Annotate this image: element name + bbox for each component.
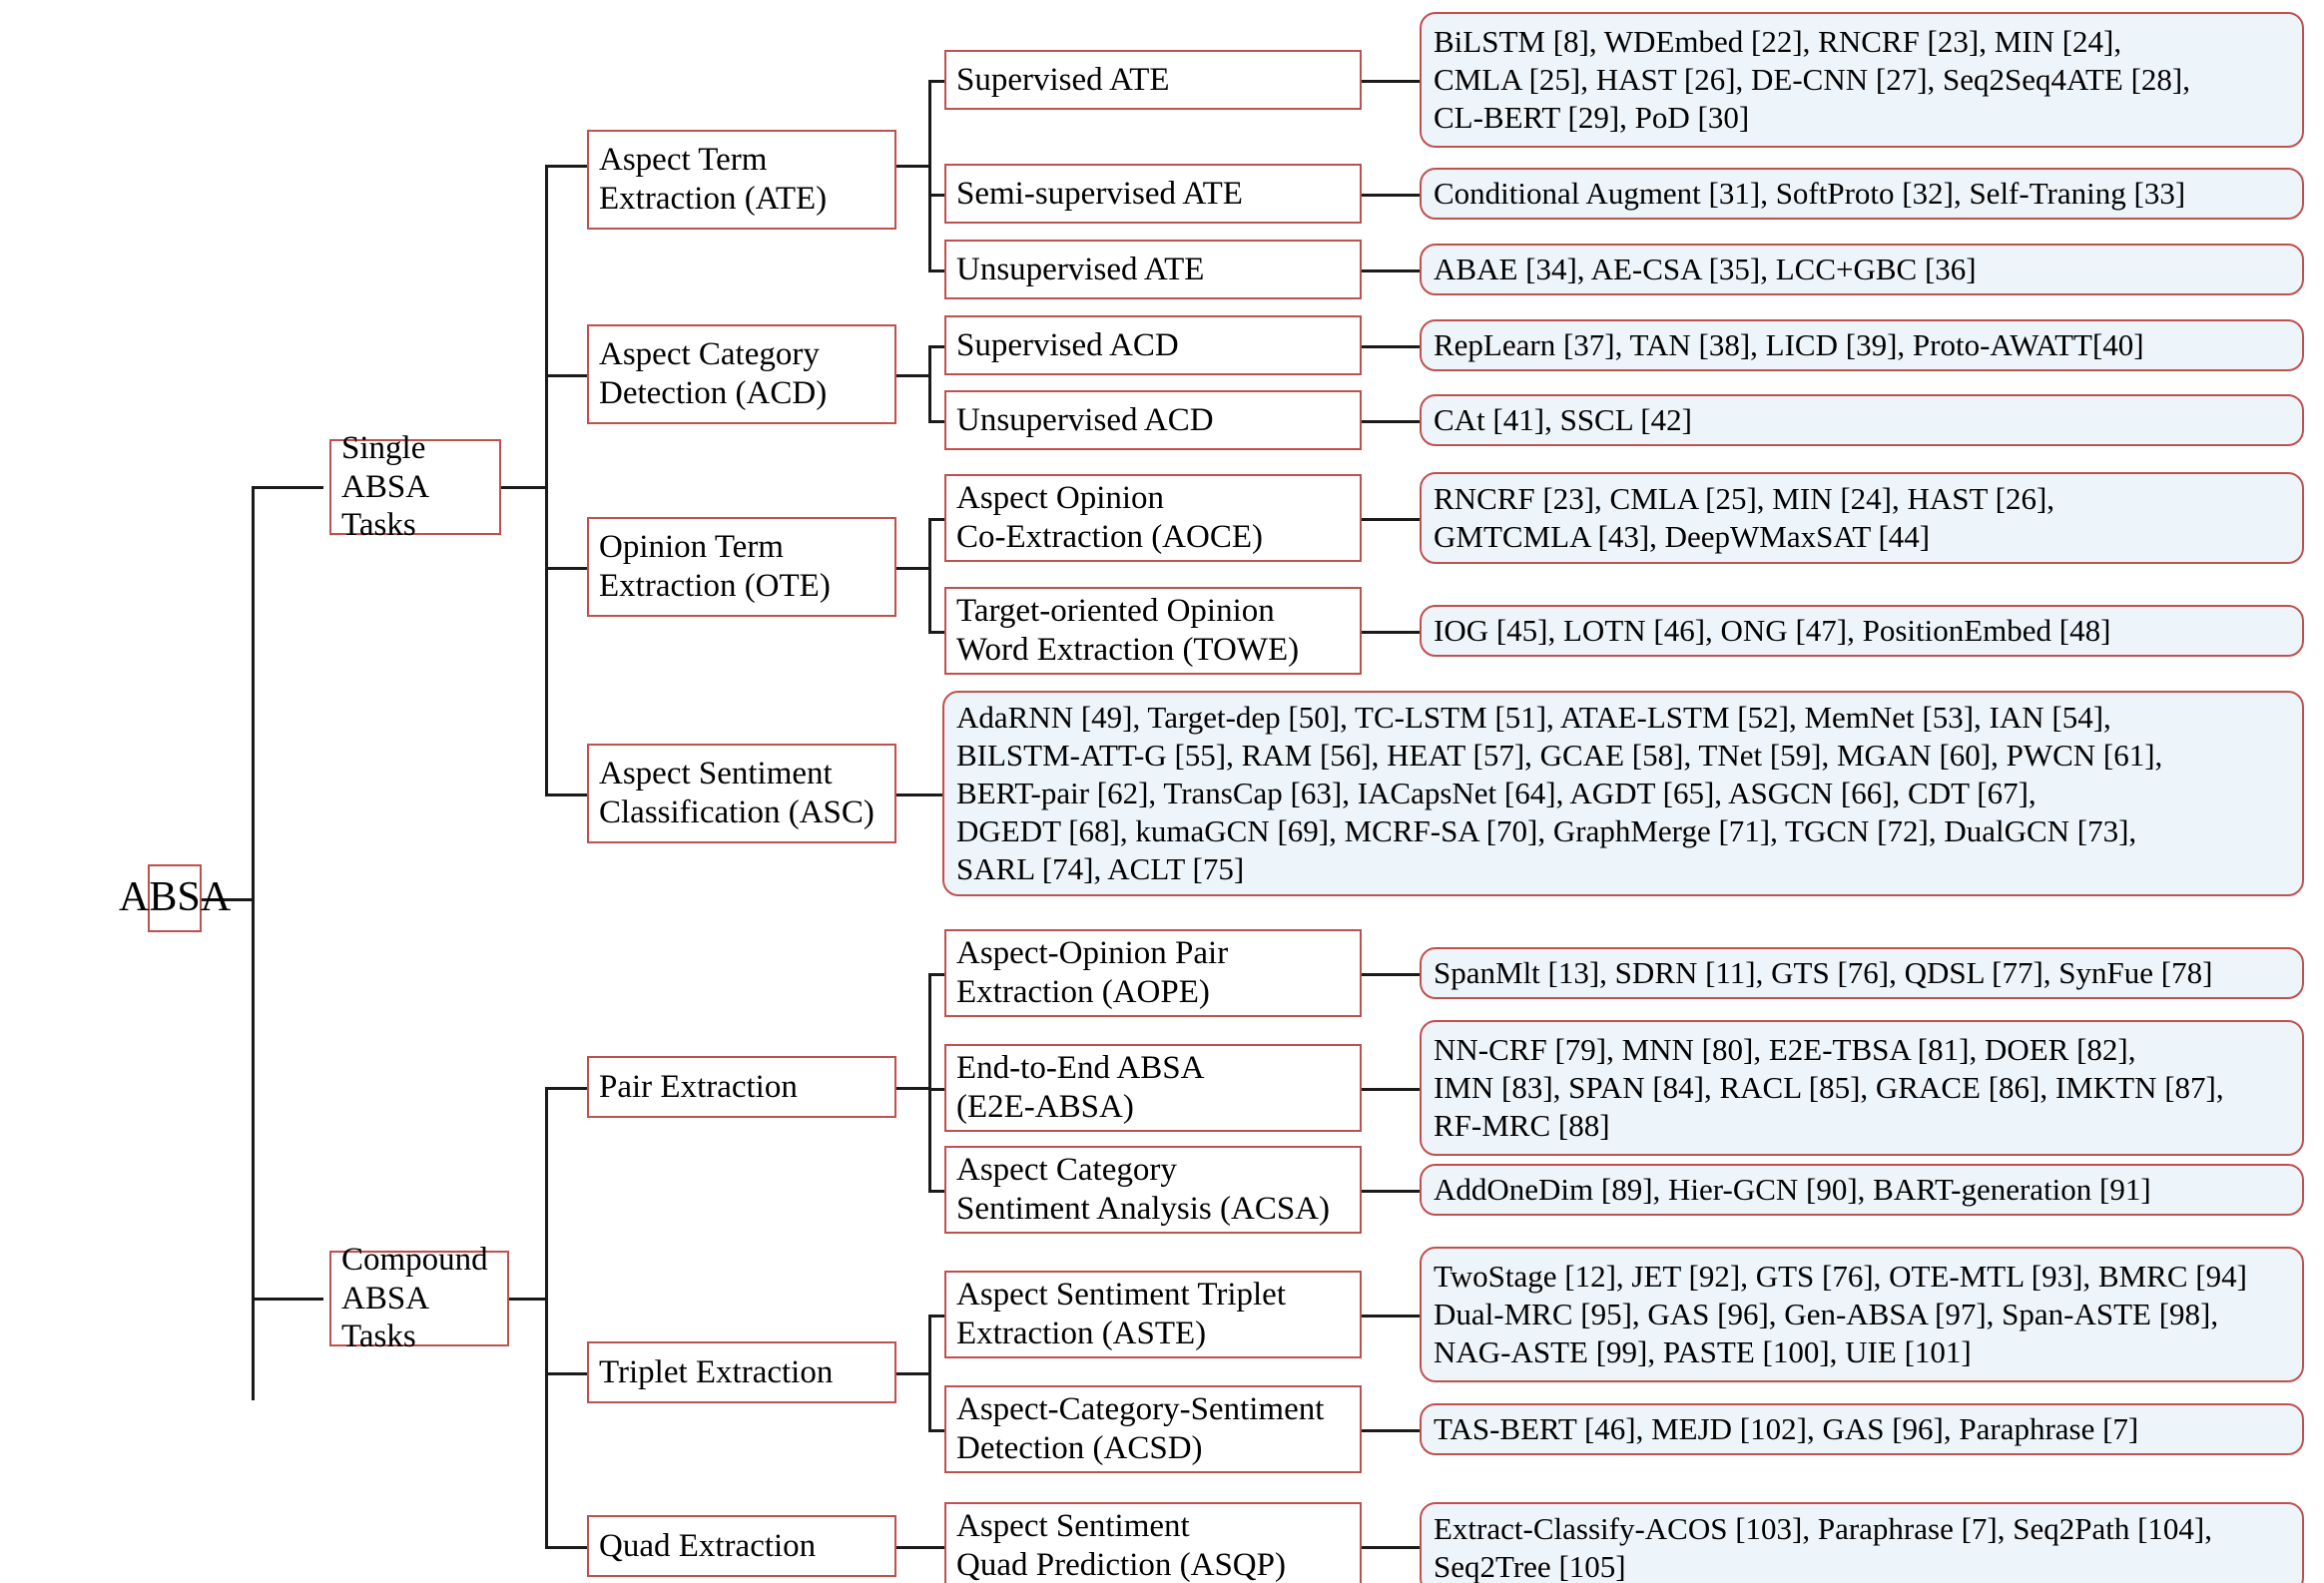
leaf-methods-semi-supervised-ate[interactable]: Conditional Augment [31], SoftProto [32]… — [1420, 168, 2304, 220]
edge-leaf-sup-ate — [1362, 80, 1422, 83]
edge-leaf-unsup-ate — [1362, 269, 1422, 272]
node-category-ate[interactable]: Aspect Term Extraction (ATE) — [587, 130, 896, 230]
node-subtask-acsd[interactable]: Aspect-Category-Sentiment Detection (ACS… — [944, 1385, 1362, 1473]
node-category-asc[interactable]: Aspect Sentiment Classification (ASC) — [587, 744, 896, 843]
edge-acd-out — [894, 374, 930, 377]
leaf-methods-asc[interactable]: AdaRNN [49], Target-dep [50], TC-LSTM [5… — [942, 691, 2304, 896]
node-subtask-unsupervised-ate[interactable]: Unsupervised ATE — [944, 240, 1362, 299]
node-category-triplet-extraction[interactable]: Triplet Extraction — [587, 1341, 896, 1403]
node-subtask-semi-supervised-ate[interactable]: Semi-supervised ATE — [944, 164, 1362, 224]
edge-ote-out — [894, 567, 930, 570]
edge-root-trunk — [252, 486, 255, 1400]
leaf-methods-supervised-ate[interactable]: BiLSTM [8], WDEmbed [22], RNCRF [23], MI… — [1420, 12, 2304, 148]
edge-leaf-towe — [1362, 631, 1422, 634]
edge-single-out — [499, 486, 547, 489]
edge-compound-triplet — [545, 1372, 591, 1375]
node-category-quad-extraction[interactable]: Quad Extraction — [587, 1515, 896, 1577]
edge-triplet-trunk — [928, 1315, 931, 1431]
edge-ote-trunk — [928, 518, 931, 633]
node-compound-absa-tasks[interactable]: Compound ABSA Tasks — [329, 1242, 509, 1354]
taxonomy-diagram: ABSA Single ABSA Tasks Compound ABSA Tas… — [0, 0, 2324, 1583]
edge-pair-trunk — [928, 973, 931, 1190]
edge-compound-trunk — [545, 1087, 548, 1549]
edge-leaf-e2e — [1362, 1088, 1422, 1091]
edge-leaf-semi-ate — [1362, 194, 1422, 197]
node-single-absa-tasks[interactable]: Single ABSA Tasks — [329, 430, 501, 543]
node-subtask-asqp[interactable]: Aspect Sentiment Quad Prediction (ASQP) — [944, 1502, 1362, 1583]
leaf-methods-asqp[interactable]: Extract-Classify-ACOS [103], Paraphrase … — [1420, 1502, 2304, 1583]
edge-compound-quad — [545, 1546, 591, 1549]
edge-pair-out — [894, 1087, 930, 1090]
edge-single-acd — [545, 374, 591, 377]
node-subtask-supervised-ate[interactable]: Supervised ATE — [944, 50, 1362, 110]
edge-leaf-aste — [1362, 1315, 1422, 1318]
edge-trunk-compound — [252, 1298, 323, 1301]
leaf-methods-towe[interactable]: IOG [45], LOTN [46], ONG [47], PositionE… — [1420, 605, 2304, 657]
node-subtask-aoce[interactable]: Aspect Opinion Co-Extraction (AOCE) — [944, 474, 1362, 562]
node-category-acd[interactable]: Aspect Category Detection (ACD) — [587, 324, 896, 424]
node-subtask-e2e-absa[interactable]: End-to-End ABSA (E2E-ABSA) — [944, 1044, 1362, 1132]
edge-single-ate — [545, 165, 591, 168]
leaf-methods-acsa[interactable]: AddOneDim [89], Hier-GCN [90], BART-gene… — [1420, 1164, 2304, 1216]
leaf-methods-e2e-absa[interactable]: NN-CRF [79], MNN [80], E2E-TBSA [81], DO… — [1420, 1020, 2304, 1156]
node-category-ote[interactable]: Opinion Term Extraction (OTE) — [587, 517, 896, 617]
node-root-absa[interactable]: ABSA — [119, 864, 231, 932]
leaf-methods-supervised-acd[interactable]: RepLearn [37], TAN [38], LICD [39], Prot… — [1420, 319, 2304, 371]
leaf-methods-aope[interactable]: SpanMlt [13], SDRN [11], GTS [76], QDSL … — [1420, 947, 2304, 999]
node-subtask-aste[interactable]: Aspect Sentiment Triplet Extraction (AST… — [944, 1271, 1362, 1358]
edge-acd-trunk — [928, 345, 931, 422]
edge-leaf-asqp — [1362, 1546, 1422, 1549]
leaf-methods-aoce[interactable]: RNCRF [23], CMLA [25], MIN [24], HAST [2… — [1420, 472, 2304, 564]
edge-leaf-unsup-acd — [1362, 420, 1422, 423]
leaf-methods-acsd[interactable]: TAS-BERT [46], MEJD [102], GAS [96], Par… — [1420, 1403, 2304, 1455]
node-subtask-supervised-acd[interactable]: Supervised ACD — [944, 315, 1362, 375]
edge-quad-out — [894, 1546, 946, 1549]
edge-leaf-acsd — [1362, 1429, 1422, 1432]
node-subtask-towe[interactable]: Target-oriented Opinion Word Extraction … — [944, 587, 1362, 675]
edge-single-ote — [545, 567, 591, 570]
edge-single-trunk — [545, 165, 548, 795]
leaf-methods-unsupervised-ate[interactable]: ABAE [34], AE-CSA [35], LCC+GBC [36] — [1420, 244, 2304, 295]
leaf-methods-unsupervised-acd[interactable]: CAt [41], SSCL [42] — [1420, 394, 2304, 446]
edge-compound-pair — [545, 1087, 591, 1090]
edge-triplet-out — [894, 1372, 930, 1375]
node-subtask-aope[interactable]: Aspect-Opinion Pair Extraction (AOPE) — [944, 929, 1362, 1017]
edge-ate-out — [894, 165, 930, 168]
edge-leaf-sup-acd — [1362, 345, 1422, 348]
edge-single-asc — [545, 793, 591, 796]
edge-asc-leaf — [894, 793, 942, 796]
edge-leaf-aoce — [1362, 518, 1422, 521]
edge-ate-trunk — [928, 80, 931, 271]
node-subtask-unsupervised-acd[interactable]: Unsupervised ACD — [944, 390, 1362, 450]
edge-leaf-acsa — [1362, 1190, 1422, 1193]
node-category-pair-extraction[interactable]: Pair Extraction — [587, 1056, 896, 1118]
node-subtask-acsa[interactable]: Aspect Category Sentiment Analysis (ACSA… — [944, 1146, 1362, 1234]
leaf-methods-aste[interactable]: TwoStage [12], JET [92], GTS [76], OTE-M… — [1420, 1247, 2304, 1382]
edge-trunk-single — [252, 486, 323, 489]
edge-leaf-aope — [1362, 973, 1422, 976]
